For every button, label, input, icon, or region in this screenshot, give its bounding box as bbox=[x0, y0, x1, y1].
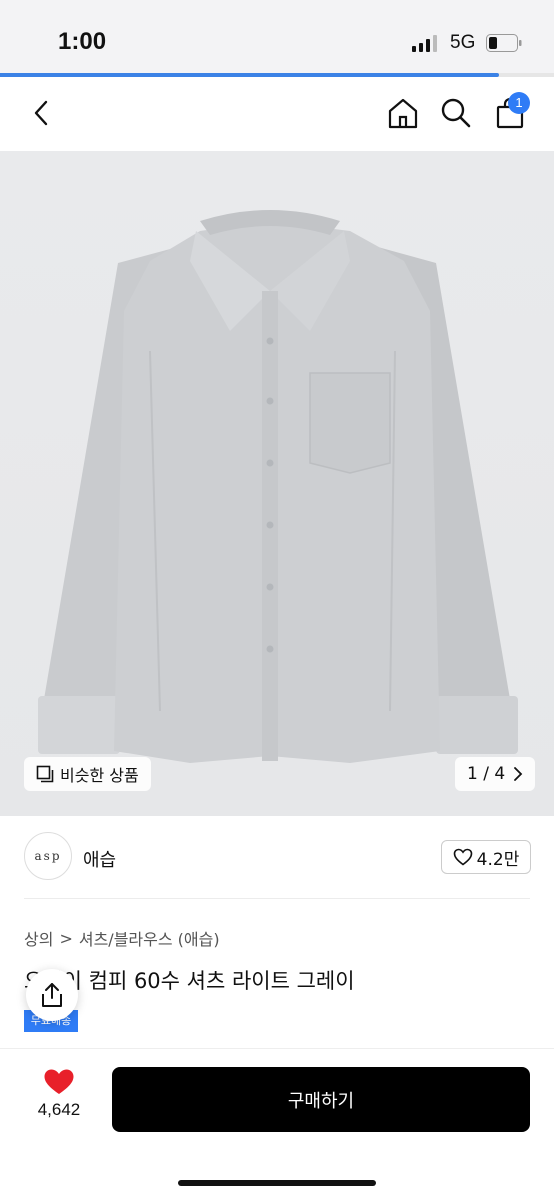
like-button[interactable]: 4,642 bbox=[30, 1068, 88, 1120]
image-page-total: 4 bbox=[494, 764, 506, 784]
status-time: 1:00 bbox=[58, 28, 107, 55]
search-icon bbox=[441, 98, 471, 128]
image-page-separator: / bbox=[483, 764, 489, 784]
similar-products-button[interactable]: 비슷한 상품 bbox=[24, 757, 151, 791]
home-indicator bbox=[178, 1180, 376, 1186]
breadcrumb-separator: > bbox=[59, 928, 73, 948]
heart-outline-icon bbox=[453, 848, 472, 866]
breadcrumb-subcategory[interactable]: 셔츠/블라우스 (애습) bbox=[79, 926, 220, 950]
heart-filled-icon bbox=[44, 1069, 74, 1094]
chevron-left-icon bbox=[34, 100, 48, 126]
share-button[interactable] bbox=[26, 969, 78, 1021]
back-button[interactable] bbox=[22, 93, 62, 133]
search-button[interactable] bbox=[436, 93, 476, 133]
image-page-current: 1 bbox=[467, 764, 478, 784]
shirt-illustration bbox=[38, 210, 518, 763]
battery-icon bbox=[486, 34, 522, 52]
home-button[interactable] bbox=[383, 93, 423, 133]
like-count: 4,642 bbox=[37, 1100, 81, 1119]
brand-like-button[interactable]: 4.2만 bbox=[441, 840, 531, 874]
similar-icon bbox=[36, 765, 54, 783]
breadcrumb: 상의 > 셔츠/블라우스 (애습) bbox=[24, 926, 220, 950]
signal-icon bbox=[412, 35, 437, 52]
brand-name[interactable]: 애습 bbox=[83, 846, 116, 872]
buy-button[interactable]: 구매하기 bbox=[112, 1067, 530, 1132]
brand-logo[interactable]: asp bbox=[24, 832, 72, 880]
product-image[interactable] bbox=[0, 151, 554, 816]
top-nav bbox=[0, 77, 554, 151]
chevron-right-icon bbox=[514, 767, 523, 781]
similar-products-label: 비슷한 상품 bbox=[60, 766, 139, 785]
network-label: 5G bbox=[450, 32, 476, 53]
home-icon bbox=[388, 98, 418, 129]
cart-count-badge: 1 bbox=[508, 92, 530, 114]
divider bbox=[24, 898, 530, 899]
breadcrumb-category[interactable]: 상의 bbox=[24, 926, 53, 950]
share-icon bbox=[42, 983, 62, 1007]
image-page-indicator[interactable]: 1 / 4 bbox=[455, 757, 536, 791]
brand-like-count: 4.2만 bbox=[476, 849, 520, 870]
